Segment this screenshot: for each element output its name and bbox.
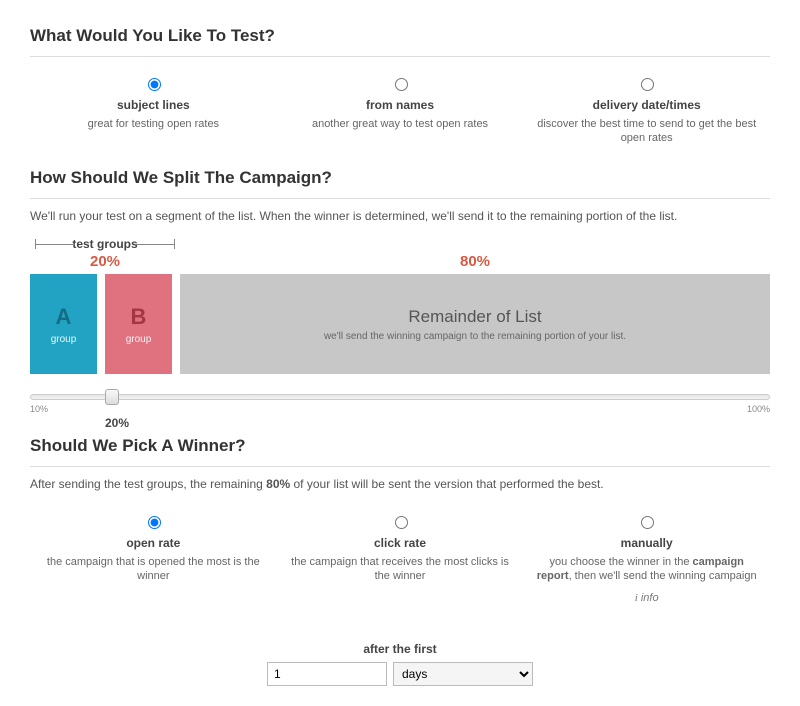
winner-option-open-rate: open rate the campaign that is opened th… [30,513,277,604]
manually-desc-after: , then we'll send the winning campaign [569,570,757,582]
group-b-label: group [126,334,152,345]
split-section-title: How Should We Split The Campaign? [30,168,770,199]
split-section-subtitle: We'll run your test on a segment of the … [30,209,770,223]
test-groups-label: test groups [30,237,180,251]
pct-remainder: 80% [180,253,770,270]
test-radio-delivery-times[interactable] [641,78,654,91]
test-options-row: subject lines great for testing open rat… [30,67,770,162]
test-section-title: What Would You Like To Test? [30,26,770,57]
winner-sub-after: of your list will be sent the version th… [290,477,604,491]
remainder-title: Remainder of List [408,307,541,327]
group-b-letter: B [131,304,147,330]
slider-thumb[interactable] [105,389,119,405]
test-radio-subject-lines[interactable] [148,78,161,91]
after-the-first-row: after the first days [30,642,770,686]
slider-value-label: 20% [105,416,770,430]
test-radio-from-names[interactable] [395,78,408,91]
winner-sub-before: After sending the test groups, the remai… [30,477,266,491]
test-option-desc: another great way to test open rates [312,118,488,130]
remainder-desc: we'll send the winning campaign to the r… [324,331,626,342]
winner-option-label: manually [533,536,760,550]
test-option-desc: discover the best time to send to get th… [537,118,756,144]
winner-section-title: Should We Pick A Winner? [30,436,770,467]
info-label: info [641,592,659,604]
slider-track[interactable] [30,394,770,400]
test-option-desc: great for testing open rates [88,118,219,130]
remainder-block: Remainder of List we'll send the winning… [180,274,770,374]
winner-option-desc: the campaign that is opened the most is … [47,556,260,582]
group-a-label: group [51,334,77,345]
winner-options-row: open rate the campaign that is opened th… [30,505,770,622]
split-bars: A group B group Remainder of List we'll … [30,274,770,374]
winner-radio-manually[interactable] [641,516,654,529]
winner-section-subtitle: After sending the test groups, the remai… [30,477,770,491]
pct-test: 20% [30,253,180,270]
info-link[interactable]: i info [533,592,760,604]
manually-desc-before: you choose the winner in the [549,556,692,568]
winner-option-click-rate: click rate the campaign that receives th… [277,513,524,604]
winner-radio-open-rate[interactable] [148,516,161,529]
test-option-from-names: from names another great way to test ope… [277,75,524,144]
test-option-label: subject lines [40,98,267,112]
test-option-subject-lines: subject lines great for testing open rat… [30,75,277,144]
winner-option-label: click rate [287,536,514,550]
group-b-block: B group [105,274,172,374]
after-label: after the first [30,642,770,656]
group-a-block: A group [30,274,97,374]
winner-sub-bold: 80% [266,477,290,491]
info-icon: i [635,592,638,604]
pct-row: 20% 80% [30,253,770,270]
test-option-label: delivery date/times [533,98,760,112]
winner-option-desc: you choose the winner in the campaign re… [537,556,757,582]
winner-option-label: open rate [40,536,267,550]
after-quantity-input[interactable] [267,662,387,686]
slider-min-label: 10% [30,404,48,414]
slider-max-label: 100% [747,404,770,414]
test-option-delivery-times: delivery date/times discover the best ti… [523,75,770,144]
winner-radio-click-rate[interactable] [395,516,408,529]
winner-option-manually: manually you choose the winner in the ca… [523,513,770,604]
test-option-label: from names [287,98,514,112]
after-unit-select[interactable]: days [393,662,533,686]
group-a-letter: A [56,304,72,330]
test-groups-text: test groups [72,237,137,251]
split-slider[interactable]: 10% 100% 20% [30,394,770,430]
winner-option-desc: the campaign that receives the most clic… [291,556,509,582]
